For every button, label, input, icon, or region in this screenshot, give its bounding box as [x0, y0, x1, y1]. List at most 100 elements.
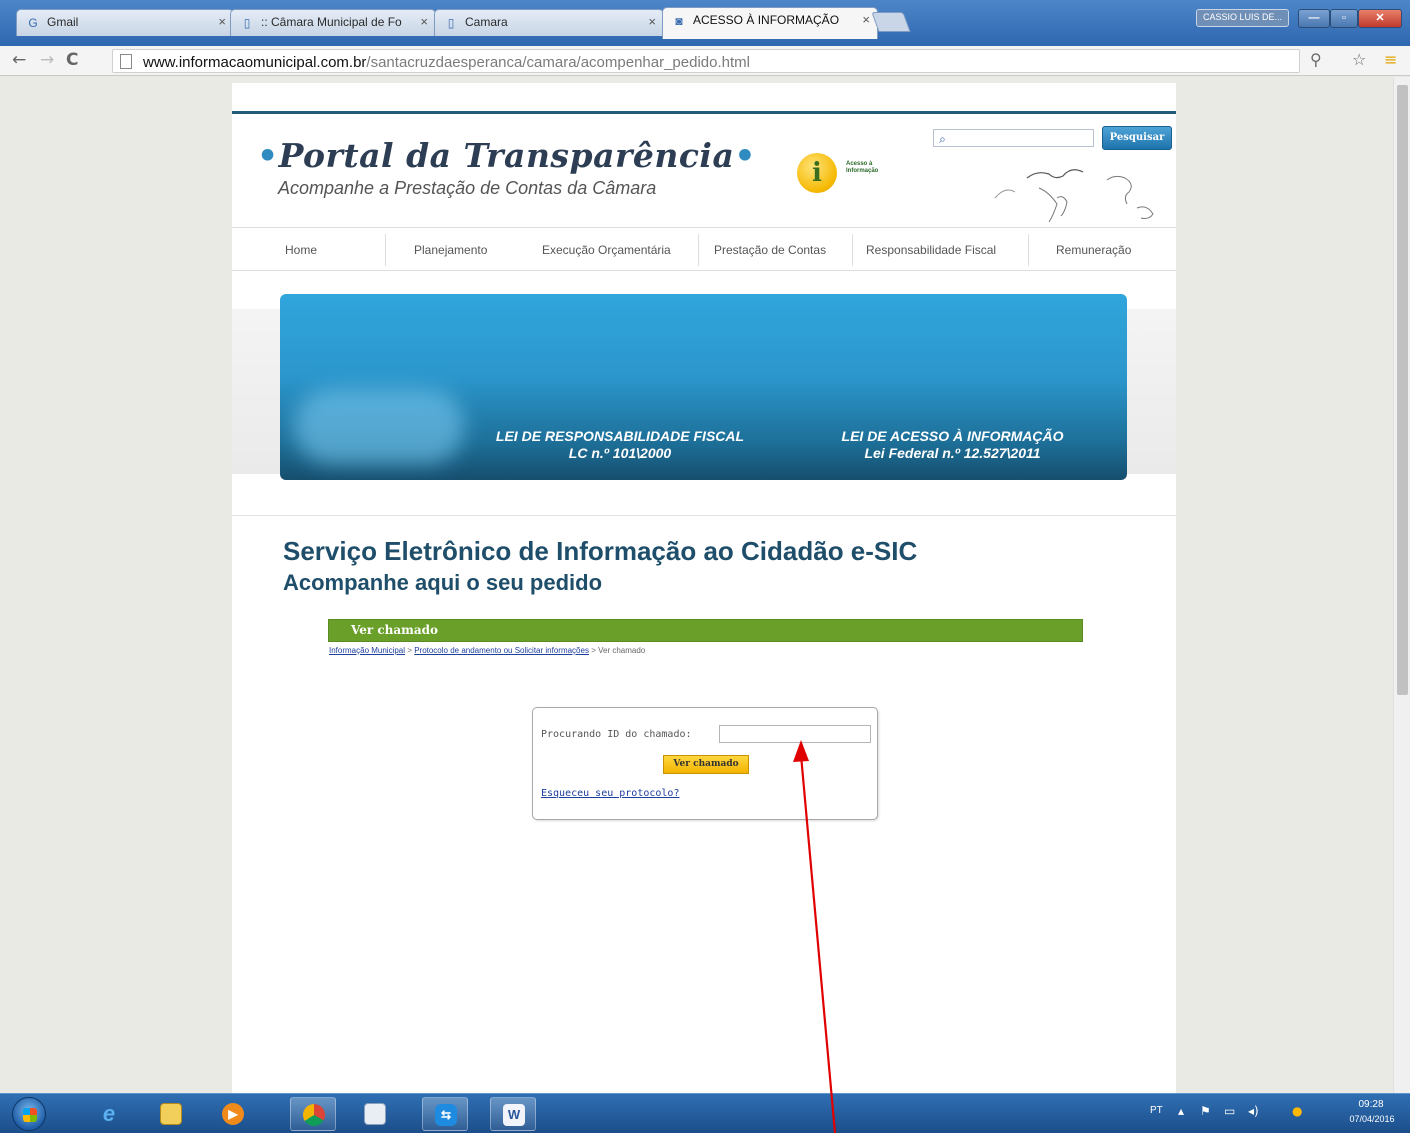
notepad-icon[interactable] [352, 1097, 398, 1131]
nav-execucao-orcamentaria[interactable]: Execução Orçamentária [542, 228, 671, 272]
close-window-button[interactable]: ✕ [1358, 9, 1402, 28]
banner-lai-title: LEI DE ACESSO À INFORMAÇÃO [841, 428, 1064, 444]
browser-titlebar: G Gmail × ▯ :: Câmara Municipal de Fo × … [0, 0, 1410, 46]
forgot-protocol-link[interactable]: Esqueceu seu protocolo? [541, 788, 679, 799]
logo-dot: • [257, 136, 279, 175]
banner-lrf-title: LEI DE RESPONSABILIDADE FISCAL [495, 428, 745, 444]
forward-icon[interactable]: → [40, 51, 54, 69]
page-icon: ▯ [243, 16, 251, 30]
url-domain: www.informacaomunicipal.com.br [143, 54, 367, 71]
info-icon: ◙ [675, 14, 683, 28]
minimize-button[interactable]: — [1298, 9, 1330, 28]
menu-icon[interactable]: ≡ [1384, 51, 1397, 69]
tab-label: ACESSO À INFORMAÇÃO [693, 13, 840, 27]
zoom-icon[interactable]: ⚲ [1310, 51, 1322, 69]
ticket-id-label: Procurando ID do chamado: [541, 729, 692, 740]
url-text[interactable]: www.informacaomunicipal.com.br/santacruz… [143, 54, 750, 71]
clock-time[interactable]: 09:28 [1347, 1099, 1395, 1110]
ticket-lookup-form: Procurando ID do chamado: Ver chamado Es… [532, 707, 878, 820]
word-icon[interactable]: W [490, 1097, 536, 1131]
back-icon[interactable]: ← [12, 51, 26, 69]
update-icon[interactable]: ● [1292, 1104, 1302, 1118]
header-top-line [232, 111, 1176, 114]
banner-lai-text[interactable]: LEI DE ACESSO À INFORMAÇÃO Lei Federal n… [820, 428, 1085, 462]
nav-responsabilidade-fiscal[interactable]: Responsabilidade Fiscal [866, 228, 996, 272]
section-header-bar: Ver chamado [328, 619, 1083, 642]
address-bar[interactable]: www.informacaomunicipal.com.br/santacruz… [112, 49, 1300, 73]
nav-planejamento[interactable]: Planejamento [414, 228, 487, 272]
media-player-icon[interactable]: ▶ [210, 1097, 256, 1131]
nav-prestacao-de-contas[interactable]: Prestação de Contas [714, 228, 826, 272]
breadcrumb-separator: > [591, 646, 596, 655]
maximize-button[interactable]: ▫ [1330, 9, 1358, 28]
ticket-id-input[interactable] [719, 725, 871, 743]
breadcrumb: Informação Municipal > Protocolo de anda… [329, 646, 645, 655]
acesso-informacao-label[interactable]: Acesso à Informação [846, 161, 886, 175]
teamviewer-glyph: ⇆ [435, 1104, 457, 1126]
file-explorer-icon[interactable] [148, 1097, 194, 1131]
world-map-graphic [994, 169, 1154, 223]
teamviewer-icon[interactable]: ⇆ [422, 1097, 468, 1131]
folder-glyph [160, 1103, 182, 1125]
network-icon[interactable]: ▭ [1224, 1104, 1235, 1118]
tab-label: Gmail [47, 15, 79, 29]
close-icon[interactable]: × [648, 14, 656, 29]
section-divider [232, 515, 1176, 516]
search-icon: ⌕ [933, 129, 951, 147]
tab-camara-municipal[interactable]: ▯ :: Câmara Municipal de Fo × [230, 9, 436, 36]
page-icon [120, 54, 132, 69]
main-navigation: Home Planejamento Execução Orçamentária … [232, 227, 1176, 271]
tab-camara[interactable]: ▯ Camara × [434, 9, 664, 36]
close-icon[interactable]: × [862, 12, 870, 27]
ie-glyph: e [102, 1101, 116, 1126]
tray-expand-icon[interactable]: ▴ [1178, 1104, 1184, 1118]
gmail-icon: G [28, 16, 38, 30]
nav-remuneracao[interactable]: Remuneração [1056, 228, 1131, 272]
hero-banner: LEI DE RESPONSABILIDADE FISCAL LC n.º 10… [280, 294, 1127, 480]
breadcrumb-link-informacao-municipal[interactable]: Informação Municipal [329, 646, 405, 655]
breadcrumb-current: Ver chamado [598, 646, 646, 655]
browser-viewport: •Portal da Transparência• Acompanhe a Pr… [0, 77, 1410, 1093]
banner-lrf-text[interactable]: LEI DE RESPONSABILIDADE FISCAL LC n.º 10… [485, 428, 755, 462]
windows-logo-icon [23, 1108, 37, 1122]
volume-icon[interactable]: ◂) [1248, 1104, 1259, 1118]
logo-dot: • [734, 136, 756, 175]
scrollbar-thumb[interactable] [1397, 85, 1408, 695]
search-button[interactable]: Pesquisar [1102, 126, 1172, 150]
nav-separator [698, 234, 699, 266]
banner-blurred-image [294, 389, 464, 464]
site-search-input[interactable] [951, 129, 1094, 147]
vertical-scrollbar[interactable] [1393, 77, 1410, 1093]
breadcrumb-link-protocolo[interactable]: Protocolo de andamento ou Solicitar info… [414, 646, 589, 655]
site-logo[interactable]: •Portal da Transparência• Acompanhe a Pr… [257, 136, 756, 199]
banner-lai-law: Lei Federal n.º 12.527\2011 [864, 445, 1041, 461]
close-icon[interactable]: × [218, 14, 226, 29]
reload-icon[interactable]: C [66, 51, 78, 69]
new-tab-button[interactable] [871, 12, 911, 32]
language-indicator[interactable]: PT [1150, 1105, 1163, 1116]
nav-separator [852, 234, 853, 266]
nav-separator [385, 234, 386, 266]
chrome-glyph [303, 1104, 325, 1126]
nav-separator [1028, 234, 1029, 266]
banner-lrf-law: LC n.º 101\2000 [568, 445, 672, 461]
tab-label: :: Câmara Municipal de Fo [261, 15, 402, 29]
nav-home[interactable]: Home [285, 228, 317, 272]
tab-gmail[interactable]: G Gmail × [16, 9, 234, 36]
acesso-informacao-icon[interactable]: i [797, 153, 837, 193]
windows-taskbar: e ▶ ⇆ W PT ▴ ⚑ ▭ ◂) ● 09:28 07/04/2016 [0, 1093, 1410, 1133]
browser-toolbar: ← → C www.informacaomunicipal.com.br/san… [0, 46, 1410, 76]
word-glyph: W [503, 1104, 525, 1126]
logo-subtitle: Acompanhe a Prestação de Contas da Câmar… [278, 178, 657, 198]
view-ticket-button[interactable]: Ver chamado [663, 755, 749, 774]
page-subtitle: Acompanhe aqui o seu pedido [283, 570, 603, 595]
close-icon[interactable]: × [420, 14, 428, 29]
user-profile-badge[interactable]: CASSIO LUIS DE... [1196, 9, 1290, 27]
action-center-flag-icon[interactable]: ⚑ [1200, 1104, 1211, 1118]
start-button[interactable] [12, 1097, 46, 1131]
clock-date[interactable]: 07/04/2016 [1345, 1114, 1399, 1124]
bookmark-star-icon[interactable]: ☆ [1352, 51, 1366, 69]
chrome-icon[interactable] [290, 1097, 336, 1131]
tab-acesso-informacao[interactable]: ◙ ACESSO À INFORMAÇÃO × [662, 7, 878, 39]
internet-explorer-icon[interactable]: e [86, 1097, 132, 1131]
